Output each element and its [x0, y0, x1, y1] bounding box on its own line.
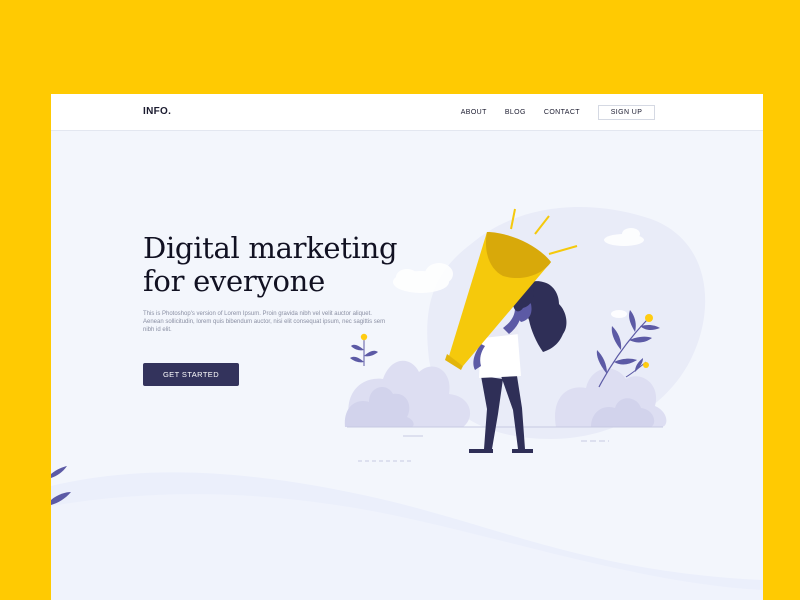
flower-icon: [360, 333, 368, 341]
edge-leaf-top: [51, 466, 67, 478]
hero-title: Digital marketing for everyone: [143, 232, 423, 298]
flower-icon: [643, 362, 649, 368]
hero-illustration: [51, 207, 763, 600]
signup-button[interactable]: SIGN UP: [598, 105, 655, 120]
plant-left: [350, 333, 378, 366]
flower-icon: [645, 314, 653, 322]
get-started-button[interactable]: GET STARTED: [143, 363, 239, 386]
hero-title-line-1: Digital marketing: [143, 231, 398, 265]
cloud-small-right: [611, 310, 627, 318]
nav-links: ABOUT BLOG CONTACT SIGN UP: [443, 105, 655, 120]
hero-title-line-2: for everyone: [143, 264, 325, 298]
nav-link-about[interactable]: ABOUT: [461, 105, 487, 120]
nav-link-contact[interactable]: CONTACT: [544, 105, 580, 120]
logo[interactable]: INFO.: [143, 106, 171, 117]
hero-description: This is Photoshop's version of Lorem Ips…: [143, 311, 386, 333]
nav-link-blog[interactable]: BLOG: [505, 105, 526, 120]
navbar: INFO. ABOUT BLOG CONTACT SIGN UP: [51, 94, 763, 131]
page-frame: INFO. ABOUT BLOG CONTACT SIGN UP Digital…: [51, 94, 763, 600]
